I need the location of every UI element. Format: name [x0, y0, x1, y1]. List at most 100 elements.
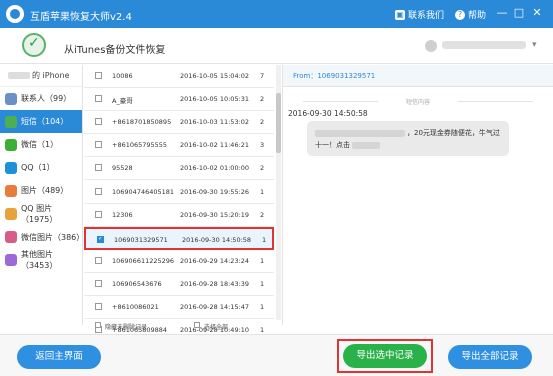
page-header: 从iTunes备份文件恢复 ▾ — [0, 28, 553, 64]
sidebar-item-wechat[interactable]: 微信（1） — [0, 133, 82, 156]
message-time: 2016-10-03 11:53:02 — [180, 118, 250, 127]
row-checkbox[interactable] — [95, 303, 102, 310]
help-button[interactable]: ? 帮助 — [455, 8, 486, 21]
redacted-text — [315, 129, 405, 137]
message-count: 2 — [260, 210, 265, 219]
category-sidebar: 的 iPhone 联系人（99） 短信（104） 微信（1） QQ（1） 图片（489）… — [0, 65, 85, 325]
title-bar: 互盾苹果恢复大师v2.4 ▣ 联系我们 ? 帮助 — □ ✕ — [0, 0, 553, 28]
message-time: 2016-09-28 14:15:47 — [180, 303, 250, 311]
list-scrollbar[interactable] — [276, 65, 281, 320]
sender-header: From：1069031329571 — [283, 65, 553, 87]
message-count: 2 — [260, 164, 265, 173]
action-bar: 返回主界面 导出选中记录 导出全部记录 — [0, 334, 553, 376]
sidebar-item-other-photos[interactable]: 其他图片（3453） — [0, 249, 82, 272]
message-count: 1 — [262, 235, 267, 244]
row-checkbox[interactable] — [95, 118, 102, 126]
close-button[interactable]: ✕ — [530, 6, 544, 20]
export-all-button[interactable]: 导出全部记录 — [448, 345, 532, 369]
row-checkbox[interactable] — [95, 72, 102, 79]
sidebar-item-photos[interactable]: 图片（489） — [0, 179, 82, 202]
sidebar-item-label: QQ（1） — [21, 163, 55, 173]
itunes-backup-icon — [22, 33, 46, 57]
message-count: 7 — [260, 72, 265, 80]
help-label: 帮助 — [468, 11, 487, 21]
select-all-checkbox[interactable] — [194, 322, 200, 328]
sidebar-item-contacts[interactable]: 联系人（99） — [0, 87, 82, 110]
help-icon: ? — [455, 9, 465, 20]
message-text-line2: 十一！点击 — [315, 141, 350, 149]
sender-number: 12306 — [112, 210, 133, 219]
list-item[interactable]: +8610086021 2016-09-28 14:15:47 1 — [84, 296, 274, 319]
list-item[interactable]: 1069066112252​96 2016-09-29 14:23:24 1 — [84, 249, 274, 273]
sidebar-item-label: 图片（489） — [21, 186, 69, 196]
row-checkbox[interactable] — [95, 210, 102, 218]
sender-number: 1069031329571 — [114, 235, 168, 244]
message-detail: From：1069031329571 短信内容 2016-09-30 14:50… — [282, 65, 553, 325]
message-count: 1 — [260, 187, 265, 196]
message-time: 2016-09-28 18:43:39 — [180, 279, 250, 288]
row-checkbox[interactable] — [95, 95, 102, 103]
avatar — [425, 40, 437, 52]
message-count: 2 — [260, 118, 265, 127]
row-checkbox[interactable] — [95, 164, 102, 172]
list-item[interactable]: 10086 2016-10-05 15:04:02 7 — [84, 65, 274, 88]
sidebar-item-label: QQ 图片（1975） — [21, 204, 58, 225]
message-time: 2016-09-29 14:23:24 — [180, 256, 250, 265]
contact-us-button[interactable]: ▣ 联系我们 — [395, 8, 444, 21]
app-title: 互盾苹果恢复大师v2.4 — [30, 12, 132, 23]
list-item[interactable]: 95528 2016-10-02 01:00:00 2 — [84, 157, 274, 181]
minimize-button[interactable]: — — [495, 6, 509, 20]
sender-number: 95528 — [112, 164, 133, 173]
sidebar-item-qq[interactable]: QQ（1） — [0, 156, 82, 179]
sender-number: 10086 — [112, 72, 133, 80]
sidebar-item-label: 其他图片（3453） — [21, 250, 58, 271]
monitor-icon: ▣ — [395, 9, 405, 20]
message-time: 2016-09-30 19:55:26 — [180, 187, 250, 196]
sms-icon — [5, 115, 17, 128]
contacts-icon — [5, 92, 17, 105]
list-item[interactable]: 1069047464051​81 2016-09-30 19:55:26 1 — [84, 180, 274, 204]
message-bubble: ，20元现金券随便花，牛气过 十一！点击 — [307, 121, 509, 156]
list-item[interactable]: 1069031329571 2016-09-30 14:50:58 1 — [84, 226, 274, 250]
row-checkbox[interactable] — [97, 235, 104, 243]
back-to-main-button[interactable]: 返回主界面 — [17, 345, 101, 369]
row-checkbox[interactable] — [95, 279, 102, 287]
scroll-thumb[interactable] — [276, 93, 281, 153]
message-time: 2016-10-02 01:00:00 — [180, 164, 250, 173]
sidebar-item-label: 微信（1） — [21, 140, 59, 150]
list-item[interactable]: +8618701850895 2016-10-03 11:53:02 2 — [84, 111, 274, 135]
sender-number: A_豪哥 — [112, 97, 133, 106]
message-count: 1 — [260, 256, 265, 265]
app-logo-icon — [6, 5, 24, 23]
sidebar-item-sms[interactable]: 短信（104） — [0, 110, 82, 134]
message-timestamp: 2016-09-30 14:50:58 — [288, 109, 368, 118]
sidebar-item-qq-photos[interactable]: QQ 图片（1975） — [0, 202, 82, 225]
export-selected-highlight — [337, 339, 433, 373]
row-checkbox[interactable] — [95, 256, 102, 264]
message-time: 2016-10-05 15:04:02 — [180, 72, 250, 80]
sender-number: +861065795555 — [112, 141, 168, 150]
row-checkbox[interactable] — [95, 187, 102, 195]
maximize-button[interactable]: □ — [512, 6, 526, 20]
hide-deleted-label: 隐藏未删除记录 — [105, 324, 148, 331]
list-item[interactable]: 106906543676 2016-09-28 18:43:39 1 — [84, 272, 274, 296]
list-item[interactable]: A_豪哥 2016-10-05 10:05:31 2 — [84, 88, 274, 112]
hide-deleted-checkbox[interactable] — [95, 322, 101, 328]
photos-icon — [5, 184, 17, 197]
list-footer: 隐藏未删除记录 选择全部 — [84, 320, 274, 331]
sender-number: +8618701850895 — [112, 118, 172, 127]
qq-icon — [5, 161, 17, 174]
list-item[interactable]: +861065795555 2016-10-02 11:46:21 3 — [84, 134, 274, 158]
message-count: 2 — [260, 95, 265, 104]
chevron-down-icon[interactable]: ▾ — [532, 40, 537, 50]
row-checkbox[interactable] — [95, 141, 102, 149]
sidebar-item-label: 短信（104） — [21, 117, 69, 127]
sidebar-item-label: 联系人（99） — [21, 94, 72, 104]
sidebar-item-wechat-photos[interactable]: 微信图片（386） — [0, 226, 85, 249]
conversation-list: 10086 2016-10-05 15:04:02 7 A_豪哥 2016-10-05 … — [84, 65, 281, 376]
sidebar-item-label: 微信图片（386） — [21, 232, 85, 242]
message-time: 2016-10-02 11:46:21 — [180, 141, 250, 150]
list-item[interactable]: 12306 2016-09-30 15:20:19 2 — [84, 203, 274, 227]
contact-us-label: 联系我们 — [408, 11, 445, 21]
account-name-redacted — [442, 41, 526, 49]
